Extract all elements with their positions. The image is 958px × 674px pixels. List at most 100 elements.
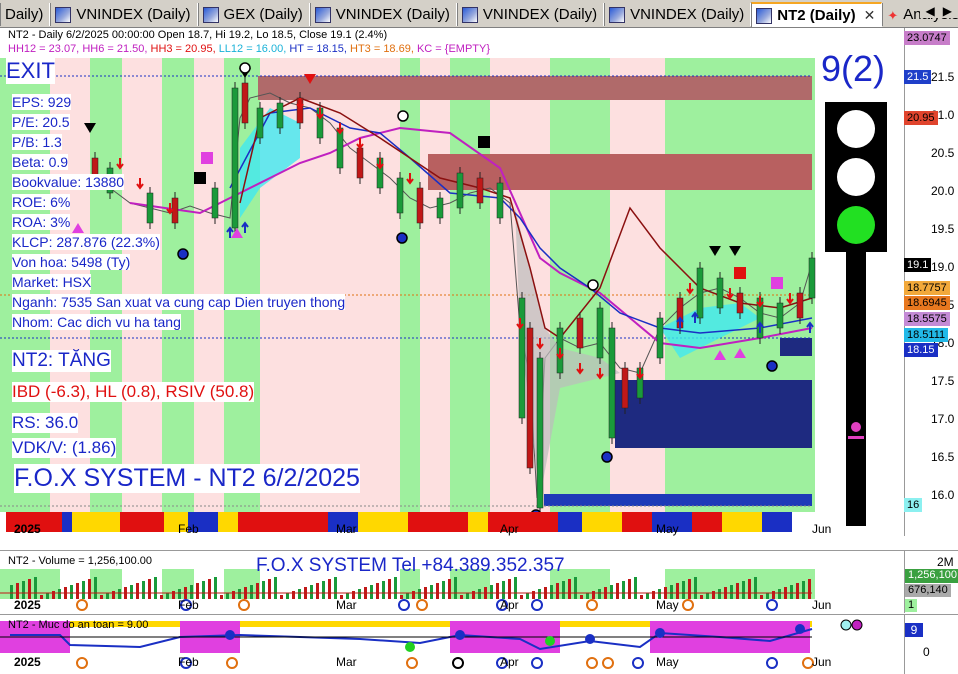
signal-circle-icon (601, 451, 613, 463)
volume-bar (394, 577, 397, 599)
support-zone-1 (615, 380, 812, 448)
volume-bar (532, 591, 535, 599)
volume-bar (148, 579, 151, 599)
candle-body (596, 307, 604, 359)
price-tick: 20.5 (931, 146, 955, 160)
tab-vnindex-1[interactable]: VNINDEX (Daily) (50, 3, 198, 26)
close-tab-icon[interactable]: ✕ (864, 7, 876, 24)
volume-bar (694, 577, 697, 599)
volume-bar (418, 589, 421, 599)
price-tick: 19.0 (931, 260, 955, 274)
price-tick: 17.0 (931, 412, 955, 426)
tab-vnindex-4[interactable]: VNINDEX (Daily) (604, 3, 752, 26)
volume-bar (586, 593, 589, 599)
price-chart-canvas[interactable] (0, 28, 904, 536)
tab-vnindex-2[interactable]: VNINDEX (Daily) (309, 3, 457, 26)
volume-bar (22, 581, 25, 599)
tab-nt2-active[interactable]: NT2 (Daily) ✕ (751, 2, 883, 27)
tab-gex[interactable]: GEX (Daily) (197, 3, 310, 26)
volume-bar (232, 591, 235, 599)
stat-line: Beta: 0.9 (12, 154, 69, 170)
zone-band (122, 28, 162, 512)
volume-bar (574, 577, 577, 599)
stat-line: Von hoa: 5498 (Ty) (12, 254, 131, 270)
month-label: Mar (336, 522, 357, 536)
hh6-value: HH6 = 21.50, (82, 43, 148, 55)
volume-bar (526, 593, 529, 599)
volume-bar (472, 591, 475, 599)
chart-icon (55, 6, 72, 23)
volume-bar (160, 595, 163, 599)
volume-avg-box: 676,140 (905, 584, 951, 597)
volume-bar (400, 595, 403, 599)
candle-body (416, 187, 424, 224)
safety-signal-icon (226, 657, 238, 669)
candle-body (776, 302, 784, 329)
volume-bar (556, 583, 559, 599)
tab-label: Daily) (5, 6, 44, 23)
month-label: 2025 (14, 522, 41, 536)
ht-value: HT = 18.15, (289, 43, 347, 55)
candle-body (656, 317, 664, 359)
volume-bar (490, 585, 493, 599)
candle-body (696, 267, 704, 319)
safety-value-box: 9 (905, 623, 923, 637)
safety-signal-icon (406, 657, 418, 669)
signal-strip-cell (488, 512, 558, 532)
chart-icon (609, 6, 626, 23)
candle-body (456, 172, 464, 209)
stat-line: Nhom: Cac dich vu ha tang (12, 314, 181, 330)
volume-bar (706, 593, 709, 599)
candle-body (396, 177, 404, 214)
volume-bar (94, 577, 97, 599)
signal-circle-icon (587, 279, 599, 291)
volume-zone (224, 569, 260, 599)
signal-strip-cell (72, 512, 120, 532)
volume-bar (562, 581, 565, 599)
kc-value: KC = {EMPTY} (416, 43, 491, 55)
volume-y-axis[interactable]: 2M 1,256,100 676,140 1 (904, 550, 958, 613)
zone-band (400, 28, 420, 512)
month-label: Mar (336, 655, 357, 669)
signal-circle-icon (397, 110, 409, 122)
tab-daily-partial[interactable]: Daily) (0, 3, 51, 26)
candle-body (146, 192, 154, 224)
rs-label: RS: 36.0 (12, 413, 79, 433)
support-zone-2 (780, 338, 812, 356)
legend-dot-icon (851, 619, 863, 631)
volume-bar (766, 593, 769, 599)
volume-bar (592, 591, 595, 599)
safety-panel[interactable]: NT2 - Muc do an toan = 9.00 2025 Feb Mar Ap… (0, 614, 904, 674)
signal-strip-cell (622, 512, 652, 532)
price-level-box: 18.15 (904, 343, 938, 357)
volume-bar (646, 593, 649, 599)
safety-dot-icon (795, 624, 805, 634)
safety-y-axis[interactable]: 9 0 (904, 614, 958, 674)
signal-square-icon (194, 172, 206, 184)
light-top (837, 110, 875, 148)
volume-bar (256, 583, 259, 599)
volume-bar (598, 589, 601, 599)
volume-bar (442, 581, 445, 599)
volume-bar (106, 593, 109, 599)
volume-bar (376, 583, 379, 599)
tab-vnindex-3[interactable]: VNINDEX (Daily) (456, 3, 605, 26)
scroll-right-icon[interactable]: ▶ (943, 4, 952, 18)
volume-bar (220, 595, 223, 599)
safety-dot-icon (655, 628, 665, 638)
signal-strip-cell (238, 512, 328, 532)
volume-bar (142, 581, 145, 599)
zone-band (260, 28, 400, 512)
stat-line: EPS: 929 (12, 94, 72, 110)
ibd-label: IBD (-6.3), HL (0.8), RSIV (50.8) (12, 382, 255, 402)
legend-dot-icon (840, 619, 852, 631)
volume-value-box: 1,256,100 (905, 569, 958, 583)
month-label: May (656, 522, 679, 536)
volume-signal-icon (76, 599, 88, 611)
stat-line: P/B: 1.3 (12, 134, 62, 150)
price-chart-panel[interactable]: NT2 - Daily 6/2/2025 00:00:00 Open 18.7,… (0, 28, 904, 536)
volume-bar (328, 579, 331, 599)
volume-panel[interactable]: NT2 - Volume = 1,256,100.00 F.O.X SYSTEM… (0, 550, 904, 613)
scroll-left-icon[interactable]: ◀ (926, 4, 935, 18)
candle-body (608, 327, 616, 439)
